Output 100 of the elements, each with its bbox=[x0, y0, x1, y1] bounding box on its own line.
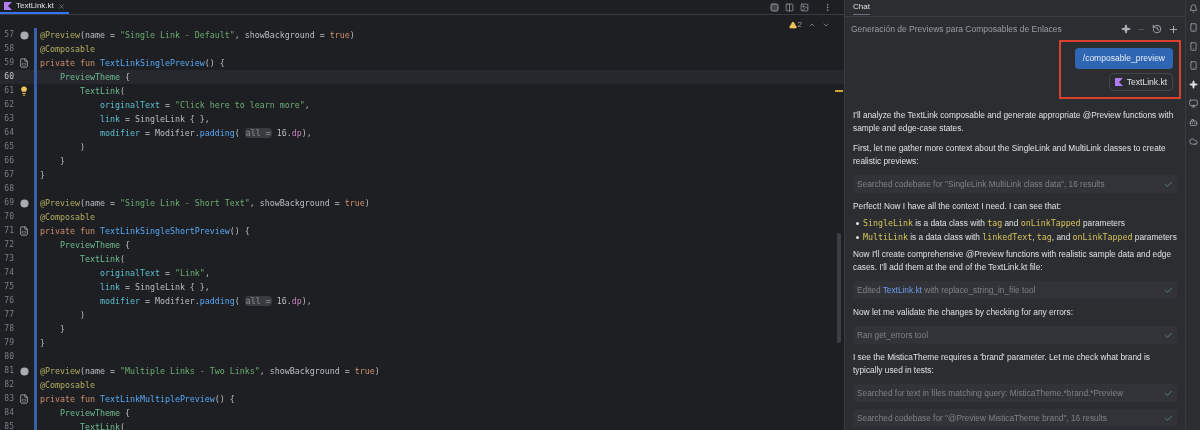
phone-icon[interactable] bbox=[1188, 42, 1198, 51]
code-line: } bbox=[39, 336, 45, 350]
chat-title: Generación de Previews para Composables de Enlaces bbox=[851, 23, 1063, 36]
sparkle-icon[interactable] bbox=[1121, 24, 1131, 35]
code-line: TextLink( bbox=[78, 252, 125, 266]
code-line: } bbox=[39, 168, 45, 182]
line-number: 66 bbox=[3, 155, 14, 167]
warning-count[interactable]: 2 bbox=[797, 19, 802, 31]
code-line: @Composable bbox=[39, 210, 95, 224]
bell-icon[interactable] bbox=[1188, 4, 1198, 13]
code-line: @Preview(name = "Single Link - Default", showBackground = true) bbox=[39, 28, 355, 42]
code-line: private fun TextLinkSinglePreview() { bbox=[39, 56, 225, 70]
lightbulb-icon[interactable] bbox=[19, 86, 29, 96]
line-number: 83 bbox=[3, 393, 14, 405]
split-view-icon[interactable] bbox=[785, 2, 794, 12]
tool-call-text: Edited TextLink.kt with replace_string_in_file tool bbox=[857, 283, 1037, 297]
line-number: 60 bbox=[3, 71, 14, 83]
line-number: 80 bbox=[3, 351, 14, 363]
tool-call-text: Searched codebase for "SingleLink MultiLink class data", 16 results bbox=[857, 177, 1106, 191]
phone-icon[interactable] bbox=[1188, 23, 1198, 32]
tool-call-row[interactable]: Searched for text in files matching query: MisticaTheme.*brand.*Preview bbox=[853, 384, 1177, 403]
code-line: link = SingleLink { }, bbox=[98, 112, 210, 126]
file-chip[interactable]: TextLink.kt bbox=[1108, 72, 1173, 92]
line-number: 84 bbox=[3, 407, 14, 419]
warning-icon[interactable] bbox=[788, 21, 797, 29]
cloud-icon[interactable] bbox=[1188, 137, 1198, 146]
line-number: 74 bbox=[3, 267, 14, 279]
line-number: 85 bbox=[3, 421, 14, 430]
more-icon[interactable] bbox=[823, 2, 832, 12]
tool-call-row[interactable]: Searched codebase for "@Preview MisticaTheme brand", 16 results bbox=[853, 409, 1177, 428]
monitor-icon[interactable] bbox=[1188, 99, 1198, 108]
code-line: } bbox=[58, 322, 65, 336]
kotlin-file-icon bbox=[1114, 77, 1123, 86]
document-icon[interactable] bbox=[19, 58, 29, 68]
bot-icon[interactable] bbox=[1188, 118, 1198, 127]
file-tab[interactable]: TextLink.kt bbox=[0, 0, 69, 14]
chevron-up-icon[interactable] bbox=[808, 21, 816, 29]
command-message: /composable_preview bbox=[1074, 47, 1173, 69]
tool-call-text: Ran get_errors tool bbox=[857, 328, 930, 342]
line-number: 72 bbox=[3, 239, 14, 251]
scrollbar[interactable] bbox=[837, 233, 841, 343]
line-number: 57 bbox=[3, 29, 14, 41]
line-number: 69 bbox=[3, 197, 14, 209]
code-line: @Composable bbox=[39, 42, 95, 56]
code-line: originalText = "Link", bbox=[98, 266, 210, 280]
line-number: 61 bbox=[3, 85, 14, 97]
sparkle-icon[interactable] bbox=[1188, 80, 1198, 89]
line-number: 77 bbox=[3, 309, 14, 321]
tool-call-row[interactable]: Ran get_errors tool bbox=[853, 326, 1177, 345]
tool-call-row[interactable]: Searched codebase for "SingleLink MultiLink class data", 16 results bbox=[853, 175, 1177, 194]
add-icon[interactable] bbox=[1168, 23, 1179, 35]
chat-message: First, let me gather more context about the SingleLink and MultiLink classes to create realistic previews: bbox=[853, 142, 1167, 169]
history-icon[interactable] bbox=[1152, 24, 1162, 35]
bullet-text: SingleLink is a data class with tag and onLinkTapped parameters bbox=[863, 217, 1125, 231]
bullet-text: MultiLink is a data class with linkedText, tag, and onLinkTapped parameters bbox=[863, 231, 1177, 245]
document-icon[interactable] bbox=[19, 226, 29, 236]
tool-call-row[interactable]: Edited TextLink.kt with replace_string_in_file tool bbox=[853, 281, 1177, 300]
chat-message: I'll analyze the TextLink composable and generate appropriate @Preview functions with sample and edge-case states. bbox=[853, 109, 1175, 136]
tool-call-text: Searched for text in files matching query: MisticaTheme.*brand.*Preview bbox=[857, 386, 1125, 400]
code-view-icon[interactable] bbox=[770, 2, 779, 12]
line-number: 59 bbox=[3, 57, 14, 69]
line-number: 79 bbox=[3, 337, 14, 349]
code-line: PreviewTheme { bbox=[58, 70, 130, 84]
document-icon[interactable] bbox=[19, 394, 29, 404]
tool-call-text: Searched codebase for "@Preview MisticaTheme brand", 16 results bbox=[857, 411, 1108, 425]
code-line: PreviewTheme { bbox=[58, 406, 130, 420]
code-line: link = SingleLink { }, bbox=[98, 280, 210, 294]
line-number: 64 bbox=[3, 127, 14, 139]
line-number: 75 bbox=[3, 281, 14, 293]
line-number: 63 bbox=[3, 113, 14, 125]
close-icon[interactable] bbox=[57, 2, 65, 10]
kotlin-file-icon bbox=[4, 2, 12, 10]
code-line: } bbox=[58, 154, 65, 168]
line-number: 71 bbox=[3, 225, 14, 237]
chat-message: Now I'll create comprehensive @Preview functions with realistic sample data and edge cases. I'll add them at the end of the TextLink.kt file: bbox=[853, 248, 1173, 275]
code-line: originalText = "Click here to learn more", bbox=[98, 98, 310, 112]
chat-tab[interactable]: Chat bbox=[853, 1, 870, 15]
chat-message: Perfect! Now I have all the context I need. I can see that: bbox=[853, 200, 1062, 214]
code-line: private fun TextLinkMultiplePreview() { bbox=[39, 392, 235, 406]
line-number: 58 bbox=[3, 43, 14, 55]
bullet-icon bbox=[856, 222, 859, 226]
phone-icon[interactable] bbox=[1188, 61, 1198, 70]
line-number: 67 bbox=[3, 169, 14, 181]
chevron-down-icon[interactable] bbox=[822, 21, 830, 29]
line-number: 78 bbox=[3, 323, 14, 335]
line-number: 82 bbox=[3, 379, 14, 391]
code-line: PreviewTheme { bbox=[58, 238, 130, 252]
line-number: 68 bbox=[3, 183, 14, 195]
code-line: modifier = Modifier.padding( all = 16.dp), bbox=[98, 294, 312, 308]
code-line: private fun TextLinkSingleShortPreview() { bbox=[39, 224, 250, 238]
line-number: 65 bbox=[3, 141, 14, 153]
line-number: 70 bbox=[3, 211, 14, 223]
code-line: TextLink( bbox=[78, 84, 125, 98]
line-number: 73 bbox=[3, 253, 14, 265]
design-view-icon[interactable] bbox=[800, 2, 809, 12]
code-line: TextLink( bbox=[78, 420, 125, 430]
line-number: 76 bbox=[3, 295, 14, 307]
chat-message: I see the MisticaTheme requires a 'brand' parameter. Let me check what brand is typically used in tests: bbox=[853, 351, 1151, 378]
code-line: ) bbox=[78, 140, 85, 154]
bullet-icon bbox=[856, 236, 859, 240]
